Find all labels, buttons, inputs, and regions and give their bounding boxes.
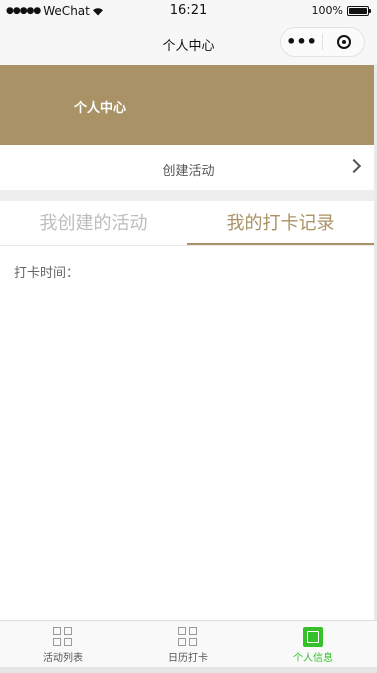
battery-icon <box>347 5 371 16</box>
more-button[interactable]: ••• <box>281 28 322 56</box>
tabbar-label: 活动列表 <box>43 653 83 664</box>
active-tab-indicator <box>187 243 374 245</box>
section-divider <box>0 190 377 201</box>
bottom-edge <box>0 667 377 673</box>
tabbar-label: 日历打卡 <box>168 653 208 664</box>
banner-title: 个人中心 <box>74 101 127 116</box>
tabbar-item-calendar-checkin[interactable]: 日历打卡 <box>125 621 251 668</box>
nav-bar: 个人中心 ••• <box>0 22 377 65</box>
user-icon <box>303 627 323 647</box>
create-activity-label: 创建活动 <box>162 164 215 179</box>
tabs: 我创建的活动 我的打卡记录 <box>0 201 377 246</box>
tab-my-checkin-records[interactable]: 我的打卡记录 <box>187 201 374 246</box>
close-button[interactable] <box>323 35 364 49</box>
tabbar-item-personal-info[interactable]: 个人信息 <box>250 621 376 668</box>
battery-percent: 100% <box>311 4 343 17</box>
checkin-time-label: 打卡时间： <box>14 266 80 281</box>
target-icon <box>336 35 351 49</box>
status-right: 100% <box>311 4 371 17</box>
screen: ●●●●● WeChat 16:21 100% 个人中心 ••• 个人中心 创建… <box>0 0 377 673</box>
grid-icon <box>178 627 198 647</box>
status-bar: ●●●●● WeChat 16:21 100% <box>0 0 377 22</box>
tabbar-label: 个人信息 <box>293 653 333 664</box>
create-activity-row[interactable]: 创建活动 <box>0 145 377 190</box>
profile-banner: 个人中心 <box>0 65 377 145</box>
tab-my-created-activities[interactable]: 我创建的活动 <box>0 201 187 246</box>
grid-icon <box>53 627 73 647</box>
tabbar-item-activity-list[interactable]: 活动列表 <box>0 621 126 668</box>
tab-bar: 活动列表 日历打卡 个人信息 <box>0 620 377 673</box>
menu-capsule: ••• <box>280 27 365 57</box>
